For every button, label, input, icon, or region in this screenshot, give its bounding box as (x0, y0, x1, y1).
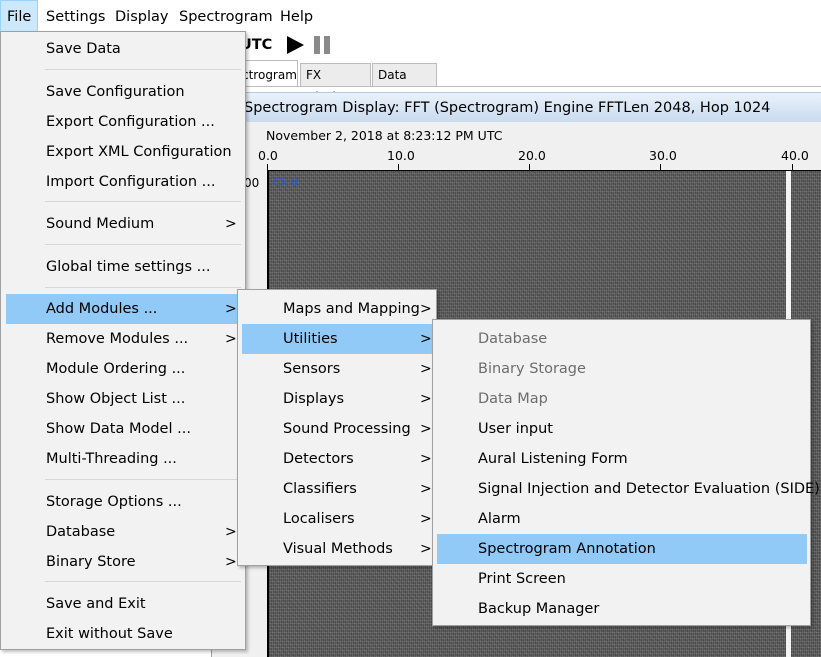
menu-item-show-data-model[interactable]: Show Data Model ... (6, 414, 242, 444)
menu-item-import-configuration[interactable]: Import Configuration ... (6, 167, 242, 197)
x-tick-label: 0.0 (258, 148, 278, 163)
menu-separator (45, 244, 241, 245)
menu-separator (45, 581, 241, 582)
menu-item-binary-store[interactable]: Binary Store (6, 547, 242, 577)
menu-item-export-configuration[interactable]: Export Configuration ... (6, 107, 242, 137)
menu-item-save-configuration[interactable]: Save Configuration (6, 77, 242, 107)
utilities-submenu: Database Binary Storage Data Map User in… (432, 319, 820, 626)
menu-item-utilities[interactable]: Utilities (242, 324, 433, 354)
menu-item-show-object-list[interactable]: Show Object List ... (6, 384, 242, 414)
submenu-arrow-icon: > (420, 301, 432, 317)
submenu-arrow-icon: > (420, 391, 432, 407)
pause-icon[interactable] (314, 36, 334, 54)
menu-item-aural-listening-form[interactable]: Aural Listening Form (437, 444, 807, 474)
x-tick-label: 10.0 (387, 148, 415, 163)
menu-item-binary-storage: Binary Storage (478, 361, 586, 377)
x-tick-label: 20.0 (518, 148, 546, 163)
menu-item-add-modules[interactable]: Add Modules ... (6, 294, 242, 324)
menu-item-exit-without-save[interactable]: Exit without Save (6, 619, 242, 649)
menu-item-global-time-settings[interactable]: Global time settings ... (6, 252, 242, 282)
menu-item-visual-methods[interactable]: Visual Methods (242, 534, 433, 564)
submenu-arrow-icon: > (225, 301, 237, 317)
submenu-arrow-icon: > (225, 331, 237, 347)
menu-item-module-ordering[interactable]: Module Ordering ... (6, 354, 242, 384)
add-modules-submenu: Maps and Mapping > Utilities > Sensors >… (237, 289, 437, 566)
menu-item-displays[interactable]: Displays (242, 384, 433, 414)
menu-item-multi-threading[interactable]: Multi-Threading ... (6, 444, 242, 474)
submenu-arrow-icon: > (420, 361, 432, 377)
menu-item-database-module: Database (478, 331, 548, 347)
submenu-arrow-icon: > (225, 554, 237, 570)
x-tick-label: 40.0 (781, 148, 809, 163)
menu-spectrogram[interactable]: Spectrogram (173, 0, 279, 32)
menu-item-sound-medium[interactable]: Sound Medium (6, 209, 242, 239)
display-title-bar: Spectrogram Display: FFT (Spectrogram) E… (240, 92, 821, 122)
submenu-arrow-icon: > (420, 541, 432, 557)
menu-item-save-and-exit[interactable]: Save and Exit (6, 589, 242, 619)
channel-label: Ch 0 (273, 176, 299, 189)
menu-item-signal-injection-side[interactable]: Signal Injection and Detector Evaluation… (437, 474, 820, 504)
y-axis-label: 00 (244, 176, 260, 190)
menu-item-sensors[interactable]: Sensors (242, 354, 433, 384)
menu-item-maps-and-mapping[interactable]: Maps and Mapping (242, 294, 433, 324)
menu-separator (45, 287, 241, 288)
timestamp-label: November 2, 2018 at 8:23:12 PM UTC (266, 128, 503, 143)
submenu-arrow-icon: > (420, 511, 432, 527)
menu-item-data-map: Data Map (478, 391, 548, 407)
menu-item-print-screen[interactable]: Print Screen (437, 564, 807, 594)
menu-item-backup-manager[interactable]: Backup Manager (437, 594, 807, 624)
tab-fx-display[interactable]: FX Display (300, 63, 371, 104)
menu-settings[interactable]: Settings (40, 0, 111, 32)
play-icon[interactable] (287, 36, 304, 54)
submenu-arrow-icon: > (225, 216, 237, 232)
menu-file[interactable]: File (0, 0, 38, 32)
submenu-arrow-icon: > (420, 331, 432, 347)
menu-item-localisers[interactable]: Localisers (242, 504, 433, 534)
submenu-arrow-icon: > (420, 451, 432, 467)
menu-item-classifiers[interactable]: Classifiers (242, 474, 433, 504)
menu-item-user-input[interactable]: User input (437, 414, 807, 444)
display-title: Spectrogram Display: FFT (Spectrogram) E… (244, 100, 771, 116)
menu-item-save-data[interactable]: Save Data (6, 34, 242, 64)
menu-item-storage-options[interactable]: Storage Options ... (6, 487, 242, 517)
tab-divider (240, 86, 821, 87)
menu-item-sound-processing[interactable]: Sound Processing (242, 414, 433, 444)
menu-bar: File Settings Display Spectrogram Help (0, 0, 821, 32)
submenu-arrow-icon: > (225, 524, 237, 540)
menu-item-alarm[interactable]: Alarm (437, 504, 807, 534)
submenu-arrow-icon: > (420, 481, 432, 497)
menu-separator (45, 201, 241, 202)
menu-help[interactable]: Help (274, 0, 319, 32)
menu-item-database[interactable]: Database (6, 517, 242, 547)
menu-item-remove-modules[interactable]: Remove Modules ... (6, 324, 242, 354)
tab-data-map[interactable]: Data Map (372, 63, 437, 104)
menu-item-spectrogram-annotation[interactable]: Spectrogram Annotation (437, 534, 807, 564)
x-tick-label: 30.0 (649, 148, 677, 163)
menu-item-export-xml-configuration[interactable]: Export XML Configuration (6, 137, 242, 167)
file-menu: Save Data Save Configuration Export Conf… (0, 31, 246, 650)
menu-separator (45, 479, 241, 480)
menu-item-detectors[interactable]: Detectors (242, 444, 433, 474)
menu-display[interactable]: Display (109, 0, 174, 32)
menu-separator (45, 69, 241, 70)
submenu-arrow-icon: > (420, 421, 432, 437)
